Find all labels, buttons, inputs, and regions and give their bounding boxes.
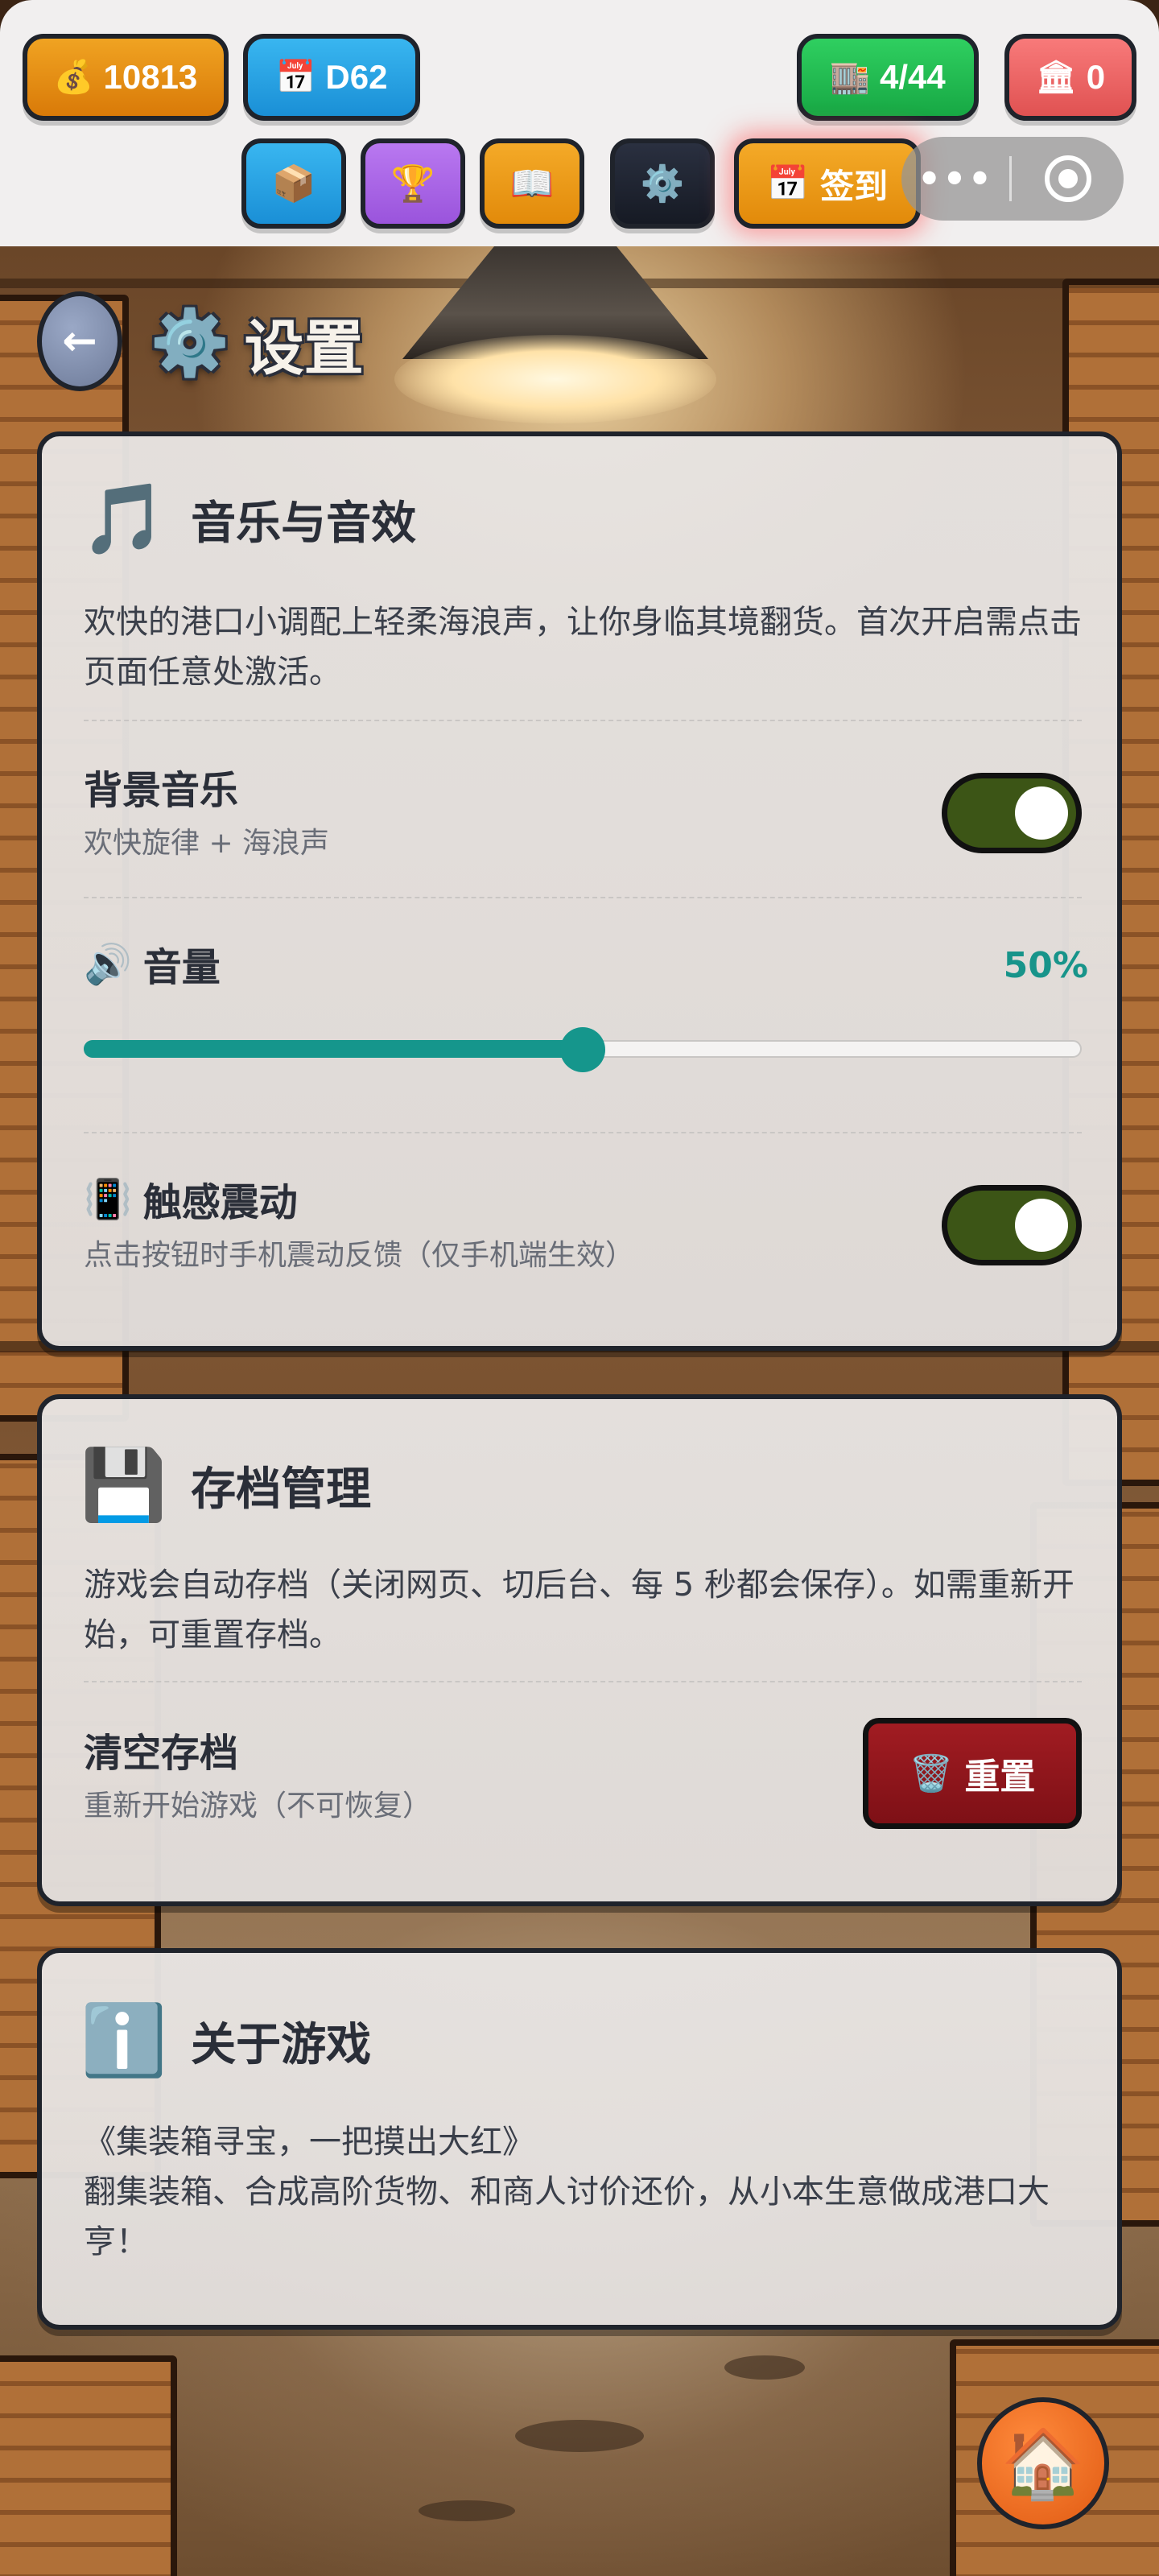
reset-save-button[interactable]: 🗑️ 重置: [863, 1718, 1082, 1829]
volume-percent: 50%: [1003, 945, 1088, 986]
coins-value: 10813: [103, 58, 198, 96]
slider-fill: [84, 1040, 583, 1058]
divider: [84, 897, 1082, 898]
department-store-icon: 🏬: [830, 60, 871, 95]
toggle-knob: [1015, 1199, 1068, 1252]
haptic-title: 触感震动: [142, 1180, 298, 1225]
haptic-toggle[interactable]: [942, 1185, 1082, 1265]
card-title: 关于游戏: [191, 2018, 372, 2071]
volume-title: 音量: [142, 945, 221, 990]
target-circle-icon: [1044, 155, 1091, 202]
top-status-bar: 💰 10813 📅 D62 🏬 4/44 🏛 0 📦 🏆 📖 ⚙️ 📅 签到 •…: [0, 0, 1159, 246]
speaker-icon: 🔊: [84, 941, 132, 987]
bgm-toggle[interactable]: [942, 773, 1082, 853]
divider: [84, 720, 1082, 721]
settings-button[interactable]: ⚙️: [610, 138, 715, 229]
card-header: ℹ️ 关于游戏: [80, 2006, 371, 2075]
vibration-icon: 📳: [84, 1176, 132, 1222]
bank-icon: 🏛: [1035, 60, 1077, 95]
trash-icon: 🗑️: [909, 1753, 954, 1794]
book-icon: 📖: [509, 163, 555, 204]
clear-save-subtitle: 重新开始游戏（不可恢复）: [84, 1790, 432, 1823]
mini-program-capsule: •••: [901, 137, 1124, 221]
music-note-icon: 🎵: [80, 479, 167, 559]
containers-value: 4/44: [880, 58, 946, 96]
haptic-row-title: 📳 触感震动: [84, 1170, 298, 1227]
calendar-icon: 📅: [275, 60, 316, 95]
card-header: 💾 存档管理: [80, 1451, 371, 1520]
reset-label: 重置: [964, 1757, 1036, 1798]
arrow-left-icon: ←: [62, 317, 97, 365]
slider-thumb[interactable]: [560, 1027, 605, 1072]
package-icon: 📦: [271, 163, 316, 204]
more-options-button[interactable]: •••: [901, 157, 1009, 200]
page-title: ⚙️ 设置: [150, 303, 364, 383]
bgm-subtitle: 欢快旋律 + 海浪声: [84, 827, 330, 860]
divider: [84, 1132, 1082, 1133]
floppy-disk-icon: 💾: [80, 1445, 167, 1525]
gear-icon: ⚙️: [640, 163, 685, 204]
about-description: 翻集装箱、合成高阶货物、和商人讨价还价，从小本生意做成港口大亨！: [84, 2174, 1050, 2260]
day-value: D62: [325, 58, 388, 96]
card-description: 欢快的港口小调配上轻柔海浪声，让你身临其境翻货。首次开启需点击页面任意处激活。: [84, 604, 1082, 691]
home-button[interactable]: 🏠: [977, 2397, 1109, 2529]
page-title-text: 设置: [244, 313, 364, 383]
bank-value: 0: [1086, 58, 1106, 96]
clear-save-title: 清空存档: [84, 1731, 239, 1776]
audio-settings-card: 🎵 音乐与音效 欢快的港口小调配上轻柔海浪声，让你身临其境翻货。首次开启需点击页…: [37, 431, 1122, 1351]
house-icon: 🏠: [1000, 2423, 1086, 2503]
volume-slider[interactable]: [84, 1027, 1082, 1072]
info-icon: ℹ️: [80, 2000, 167, 2081]
card-title: 存档管理: [191, 1463, 372, 1516]
ceiling-lamp: [386, 246, 724, 423]
card-title: 音乐与音效: [191, 497, 417, 550]
achievements-button[interactable]: 🏆: [361, 138, 465, 229]
inventory-button[interactable]: 📦: [241, 138, 346, 229]
guide-button[interactable]: 📖: [480, 138, 584, 229]
back-button[interactable]: ←: [37, 291, 122, 391]
checkin-button[interactable]: 📅 签到: [734, 138, 921, 229]
volume-row-title: 🔊 音量: [84, 935, 221, 992]
about-card: ℹ️ 关于游戏 《集装箱寻宝，一把摸出大红》 翻集装箱、合成高阶货物、和商人讨价…: [37, 1948, 1122, 2330]
divider: [84, 1681, 1082, 1682]
close-program-button[interactable]: [1012, 155, 1124, 202]
toggle-knob: [1015, 786, 1068, 840]
bgm-title: 背景音乐: [84, 768, 239, 813]
day-counter[interactable]: 📅 D62: [243, 34, 420, 121]
money-bag-icon: 💰: [53, 60, 94, 95]
calendar-icon: 📅: [766, 163, 810, 203]
card-description: 游戏会自动存档（关闭网页、切后台、每 5 秒都会保存）。如需重新开始，可重置存档…: [84, 1567, 1074, 1653]
trophy-icon: 🏆: [390, 163, 435, 204]
save-settings-card: 💾 存档管理 游戏会自动存档（关闭网页、切后台、每 5 秒都会保存）。如需重新开…: [37, 1394, 1122, 1906]
gear-icon: ⚙️: [150, 305, 230, 380]
checkin-label: 签到: [820, 166, 889, 206]
haptic-subtitle: 点击按钮时手机震动反馈（仅手机端生效）: [84, 1239, 635, 1272]
bank-counter[interactable]: 🏛 0: [1004, 34, 1136, 121]
containers-counter[interactable]: 🏬 4/44: [797, 34, 979, 121]
coins-counter[interactable]: 💰 10813: [23, 34, 229, 121]
about-game-name: 《集装箱寻宝，一把摸出大红》: [84, 2124, 534, 2161]
card-header: 🎵 音乐与音效: [80, 485, 416, 554]
